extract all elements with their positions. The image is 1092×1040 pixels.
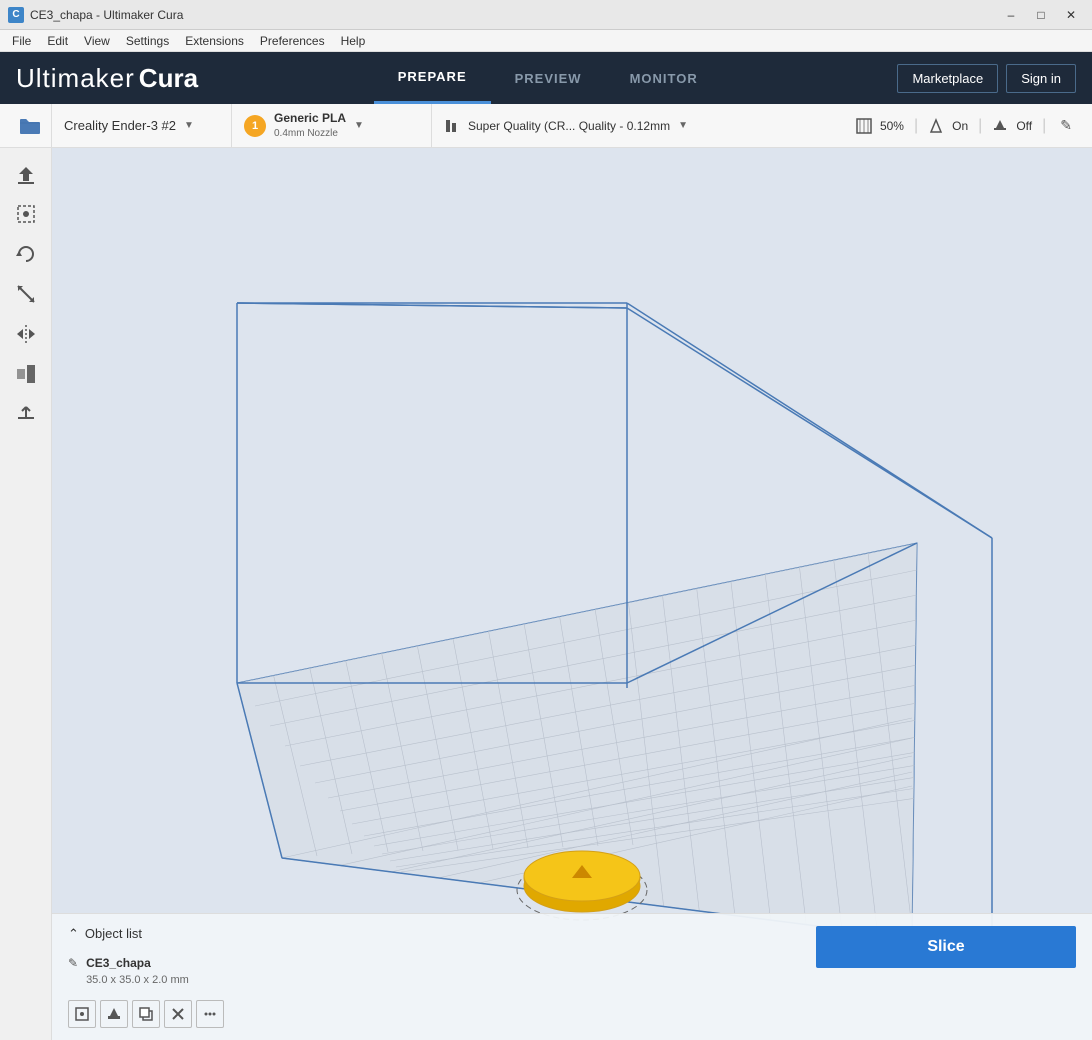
app-icon: C [8, 7, 24, 23]
menu-view[interactable]: View [76, 32, 118, 50]
material-badge: 1 [244, 115, 266, 137]
object-edit-icon: ✎ [68, 956, 78, 970]
adhesion-label: Off [1016, 119, 1032, 133]
material-chevron-icon: ▼ [354, 120, 364, 131]
tool-mirror-button[interactable] [8, 316, 44, 352]
minimize-button[interactable]: – [998, 5, 1024, 25]
tool-support-button[interactable] [8, 396, 44, 432]
copy-icon [138, 1006, 154, 1022]
object-name: CE3_chapa [86, 954, 189, 972]
separator-2: | [978, 117, 982, 135]
scale-icon [15, 283, 37, 305]
material-info: Generic PLA 0.4mm Nozzle [274, 111, 346, 140]
viewport[interactable] [52, 148, 1092, 1040]
logo: Ultimaker Cura [16, 63, 198, 94]
separator-1: | [914, 117, 918, 135]
material-selector[interactable]: 1 Generic PLA 0.4mm Nozzle ▼ [232, 104, 432, 148]
per-model-icon [15, 363, 37, 385]
lay-flat-icon [106, 1006, 122, 1022]
menu-preferences[interactable]: Preferences [252, 32, 333, 50]
titlebar-controls: – □ ✕ [998, 5, 1084, 25]
quality-chevron-icon: ▼ [678, 120, 688, 131]
tab-monitor[interactable]: MONITOR [606, 52, 722, 104]
mirror-icon [15, 323, 37, 345]
tab-prepare[interactable]: PREPARE [374, 52, 491, 104]
menu-settings[interactable]: Settings [118, 32, 177, 50]
center-icon [74, 1006, 90, 1022]
left-sidebar [0, 148, 52, 1040]
titlebar-left: C CE3_chapa - Ultimaker Cura [8, 7, 183, 23]
object-size: 35.0 x 35.0 x 2.0 mm [86, 972, 189, 989]
printer-selector[interactable]: Creality Ender-3 #2 ▼ [52, 104, 232, 148]
object-details: CE3_chapa 35.0 x 35.0 x 2.0 mm [86, 954, 189, 989]
navbar: Ultimaker Cura PREPARE PREVIEW MONITOR M… [0, 52, 1092, 104]
material-name: Generic PLA [274, 111, 346, 127]
center-object-button[interactable] [68, 1000, 96, 1028]
close-button[interactable]: ✕ [1058, 5, 1084, 25]
tool-permodel-button[interactable] [8, 356, 44, 392]
tab-preview[interactable]: PREVIEW [491, 52, 606, 104]
settings-toolbar: 50% | On | Off | ✎ [848, 113, 1084, 138]
logo-cura: Cura [139, 63, 198, 94]
titlebar: C CE3_chapa - Ultimaker Cura – □ ✕ [0, 0, 1092, 30]
adhesion-icon [992, 118, 1008, 134]
object-actions [68, 1000, 816, 1028]
printer-name: Creality Ender-3 #2 [64, 118, 176, 133]
titlebar-title: CE3_chapa - Ultimaker Cura [30, 8, 183, 22]
support-label: On [952, 119, 968, 133]
delete-button[interactable] [164, 1000, 192, 1028]
maximize-button[interactable]: □ [1028, 5, 1054, 25]
printer-chevron-icon: ▼ [184, 120, 194, 131]
main-area [0, 148, 1092, 1040]
infill-icon [856, 118, 872, 134]
slice-section: Slice [816, 926, 1076, 968]
quality-icon [444, 118, 460, 134]
object-list-header[interactable]: ⌃ Object list [68, 926, 816, 942]
material-nozzle: 0.4mm Nozzle [274, 127, 346, 140]
toolbar: Creality Ender-3 #2 ▼ 1 Generic PLA 0.4m… [0, 104, 1092, 148]
tool-open-button[interactable] [8, 156, 44, 192]
copy-button[interactable] [132, 1000, 160, 1028]
select-icon [15, 203, 37, 225]
tool-select-button[interactable] [8, 196, 44, 232]
tool-rotate-button[interactable] [8, 236, 44, 272]
menu-extensions[interactable]: Extensions [177, 32, 252, 50]
infill-percent: 50% [880, 119, 904, 133]
separator-3: | [1042, 117, 1046, 135]
object-section: ⌃ Object list ✎ CE3_chapa 35.0 x 35.0 x … [68, 926, 816, 1029]
object-item: ✎ CE3_chapa 35.0 x 35.0 x 2.0 mm [68, 950, 816, 993]
object-list-chevron-icon: ⌃ [68, 926, 79, 942]
bottom-panel: ⌃ Object list ✎ CE3_chapa 35.0 x 35.0 x … [52, 913, 1092, 1040]
support-icon [928, 118, 944, 134]
folder-icon [19, 117, 41, 135]
nav-tabs: PREPARE PREVIEW MONITOR [374, 52, 722, 104]
quality-label: Super Quality (CR... Quality - 0.12mm [468, 119, 670, 133]
menu-help[interactable]: Help [333, 32, 374, 50]
scene-svg [52, 148, 1092, 1040]
nav-right: Marketplace Sign in [897, 64, 1076, 93]
menu-edit[interactable]: Edit [39, 32, 76, 50]
signin-button[interactable]: Sign in [1006, 64, 1076, 93]
quality-selector[interactable]: Super Quality (CR... Quality - 0.12mm ▼ [432, 104, 848, 148]
logo-ultimaker: Ultimaker [16, 63, 135, 94]
app-icon-letter: C [12, 9, 19, 20]
menu-file[interactable]: File [4, 32, 39, 50]
folder-button[interactable] [8, 104, 52, 148]
rotate-icon [15, 243, 37, 265]
slice-button[interactable]: Slice [816, 926, 1076, 968]
object-list-label: Object list [85, 926, 142, 941]
delete-icon [170, 1006, 186, 1022]
settings-edit-button[interactable]: ✎ [1056, 113, 1076, 138]
open-file-icon [15, 163, 37, 185]
support-blocker-icon [15, 403, 37, 425]
lay-flat-button[interactable] [100, 1000, 128, 1028]
marketplace-button[interactable]: Marketplace [897, 64, 998, 93]
menubar: File Edit View Settings Extensions Prefe… [0, 30, 1092, 52]
more-actions-button[interactable] [196, 1000, 224, 1028]
more-icon [202, 1006, 218, 1022]
tool-scale-button[interactable] [8, 276, 44, 312]
